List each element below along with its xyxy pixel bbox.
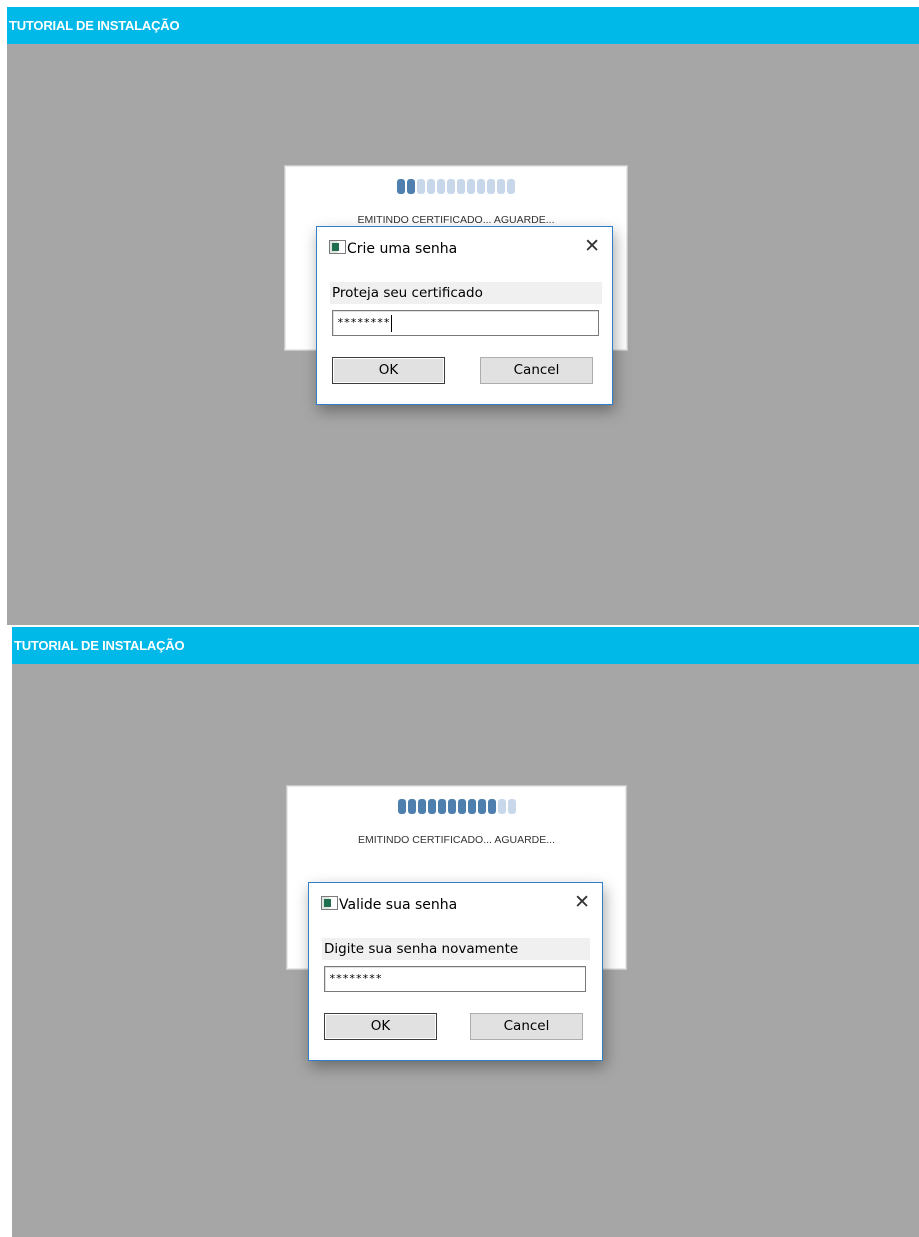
tutorial-panel-validate-password: TUTORIAL DE INSTALAÇÃO EMITINDO CERTIFIC… xyxy=(12,627,919,1237)
dialog-prompt: Proteja seu certificado xyxy=(330,282,602,304)
progress-segment-empty xyxy=(507,799,516,814)
cancel-button[interactable]: Cancel xyxy=(480,357,593,384)
progress-bar xyxy=(287,799,626,815)
progress-segment-empty xyxy=(497,179,505,194)
progress-status-text: EMITINDO CERTIFICADO... AGUARDE... xyxy=(358,834,555,846)
progress-status-text: EMITINDO CERTIFICADO... AGUARDE... xyxy=(357,214,555,226)
password-input[interactable]: ******** xyxy=(332,310,599,336)
progress-segment-empty xyxy=(507,179,515,194)
password-value: ******** xyxy=(329,972,382,985)
close-icon[interactable]: ✕ xyxy=(584,235,600,257)
create-password-dialog: Crie uma senha ✕ Proteja seu certificado… xyxy=(316,226,613,405)
progress-segment-empty xyxy=(447,179,455,194)
password-value: ******** xyxy=(337,316,390,329)
progress-segment-empty xyxy=(427,179,435,194)
tutorial-panel-create-password: TUTORIAL DE INSTALAÇÃO EMITINDO CERTIFIC… xyxy=(7,7,919,625)
password-input[interactable]: ******** xyxy=(324,966,586,992)
ok-button[interactable]: OK xyxy=(324,1013,437,1040)
progress-segment-filled xyxy=(467,799,476,814)
progress-segment-empty xyxy=(457,179,465,194)
tutorial-banner: TUTORIAL DE INSTALAÇÃO xyxy=(7,7,919,45)
progress-segment-empty xyxy=(487,179,495,194)
progress-bar xyxy=(285,179,627,195)
window-app-icon xyxy=(321,896,338,910)
progress-segment-empty xyxy=(477,179,485,194)
progress-segment-filled xyxy=(397,179,405,194)
text-caret xyxy=(390,314,392,332)
progress-segment-filled xyxy=(407,799,416,814)
progress-segment-filled xyxy=(437,799,446,814)
tutorial-banner: TUTORIAL DE INSTALAÇÃO xyxy=(12,627,919,665)
progress-segment-empty xyxy=(417,179,425,194)
progress-segment-filled xyxy=(487,799,496,814)
progress-segment-filled xyxy=(447,799,456,814)
progress-segment-empty xyxy=(497,799,506,814)
validate-password-dialog: Valide sua senha ✕ Digite sua senha nova… xyxy=(308,882,603,1061)
dialog-prompt: Digite sua senha novamente xyxy=(322,938,590,960)
progress-segment-filled xyxy=(417,799,426,814)
cancel-button[interactable]: Cancel xyxy=(470,1013,583,1040)
dialog-title: Crie uma senha xyxy=(347,241,458,257)
banner-title: TUTORIAL DE INSTALAÇÃO xyxy=(9,18,180,33)
screenshot-stage: EMITINDO CERTIFICADO... AGUARDE... Crie … xyxy=(7,44,919,625)
progress-segment-filled xyxy=(457,799,466,814)
banner-title: TUTORIAL DE INSTALAÇÃO xyxy=(14,638,185,653)
close-icon[interactable]: ✕ xyxy=(574,891,590,913)
progress-segment-filled xyxy=(477,799,486,814)
progress-segment-empty xyxy=(437,179,445,194)
progress-segment-filled xyxy=(407,179,415,194)
screenshot-stage: EMITINDO CERTIFICADO... AGUARDE... Valid… xyxy=(12,664,919,1237)
window-app-icon xyxy=(329,240,346,254)
progress-segment-empty xyxy=(467,179,475,194)
progress-segment-filled xyxy=(397,799,406,814)
dialog-title: Valide sua senha xyxy=(339,897,458,913)
ok-button[interactable]: OK xyxy=(332,357,445,384)
progress-segment-filled xyxy=(427,799,436,814)
